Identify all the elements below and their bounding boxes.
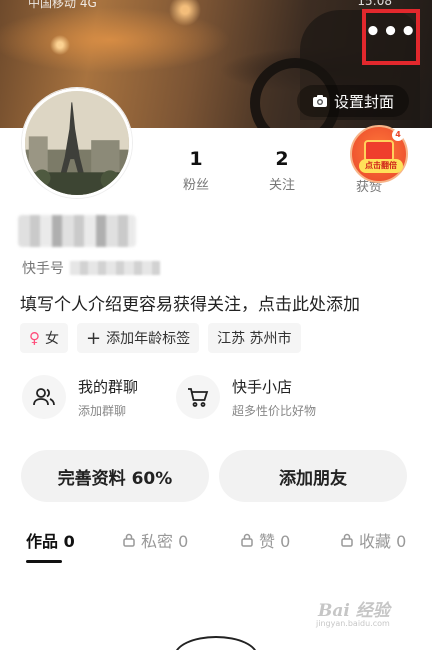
more-options-button[interactable]: ••• — [362, 9, 420, 65]
tab-works[interactable]: 作品 0 — [26, 528, 75, 552]
add-age-label: 添加年龄标签 — [106, 331, 191, 347]
group-chat-title: 我的群聊 — [78, 377, 139, 396]
tab-favorites[interactable]: 收藏 0 — [340, 528, 406, 552]
tab-works-label: 作品 0 — [26, 532, 75, 551]
watermark-url: jingyan.baidu.com — [316, 619, 390, 628]
location-tag[interactable]: 江苏 苏州市 — [208, 323, 301, 353]
tab-private[interactable]: 私密 0 — [122, 528, 188, 552]
add-age-tag[interactable]: + 添加年龄标签 — [77, 323, 200, 353]
content-tabs: 作品 0 私密 0 赞 0 收藏 0 — [0, 528, 432, 568]
red-packet-badge: 4 — [392, 129, 404, 141]
active-tab-indicator — [26, 560, 62, 563]
followers-count: 1 — [189, 148, 203, 170]
tab-favorites-label: 收藏 0 — [359, 532, 407, 551]
username-blurred — [18, 215, 136, 247]
tab-liked-label: 赞 0 — [259, 532, 291, 551]
following-count: 2 — [275, 148, 289, 170]
avatar-eiffel-image — [25, 91, 129, 195]
bio-prompt[interactable]: 填写个人介绍更容易获得关注，点击此处添加 — [20, 290, 360, 315]
red-packet-button[interactable]: 点击翻倍 4 — [350, 125, 408, 183]
lock-icon — [241, 533, 253, 547]
tab-liked[interactable]: 赞 0 — [240, 528, 290, 552]
kuaishou-id-label: 快手号 — [22, 261, 64, 277]
shop-entry[interactable]: 快手小店 超多性价比好物 — [176, 375, 316, 419]
shop-title: 快手小店 — [232, 377, 293, 396]
location-label: 江苏 苏州市 — [217, 331, 292, 347]
gender-label: 女 — [45, 331, 59, 347]
lock-icon — [123, 533, 135, 547]
empty-state-graphic — [174, 636, 258, 650]
camera-icon — [312, 95, 327, 107]
watermark-logo: Bai 经验 — [318, 601, 390, 621]
set-cover-button[interactable]: 设置封面 — [297, 85, 409, 117]
kuaishou-id[interactable]: 快手号 — [22, 258, 160, 278]
group-chat-subtitle: 添加群聊 — [78, 403, 127, 418]
group-chat-icon — [22, 375, 66, 419]
profile-tags: ♀ 女 + 添加年龄标签 江苏 苏州市 — [20, 323, 301, 353]
cart-icon — [176, 375, 220, 419]
red-packet-tag: 点击翻倍 — [359, 159, 403, 173]
kuaishou-id-value-blurred — [70, 261, 160, 275]
carrier-text: 中国移动 4G — [28, 0, 97, 10]
clock-text: 15:08 — [357, 0, 392, 8]
lock-icon — [341, 533, 353, 547]
add-friends-button[interactable]: 添加朋友 — [219, 450, 407, 502]
more-dots-icon: ••• — [364, 17, 418, 47]
set-cover-label: 设置封面 — [333, 92, 394, 111]
gender-tag[interactable]: ♀ 女 — [20, 323, 68, 353]
shop-subtitle: 超多性价比好物 — [232, 403, 317, 418]
following-label: 关注 — [268, 178, 295, 193]
tab-private-label: 私密 0 — [141, 532, 189, 551]
stat-followers[interactable]: 1 粉丝 — [166, 148, 226, 193]
female-icon: ♀ — [29, 329, 40, 347]
complete-profile-button[interactable]: 完善资料 60% — [21, 450, 209, 502]
avatar[interactable] — [22, 88, 132, 198]
stat-following[interactable]: 2 关注 — [252, 148, 312, 193]
plus-icon: + — [86, 327, 102, 349]
followers-label: 粉丝 — [182, 178, 209, 193]
group-chat-entry[interactable]: 我的群聊 添加群聊 — [22, 375, 138, 419]
